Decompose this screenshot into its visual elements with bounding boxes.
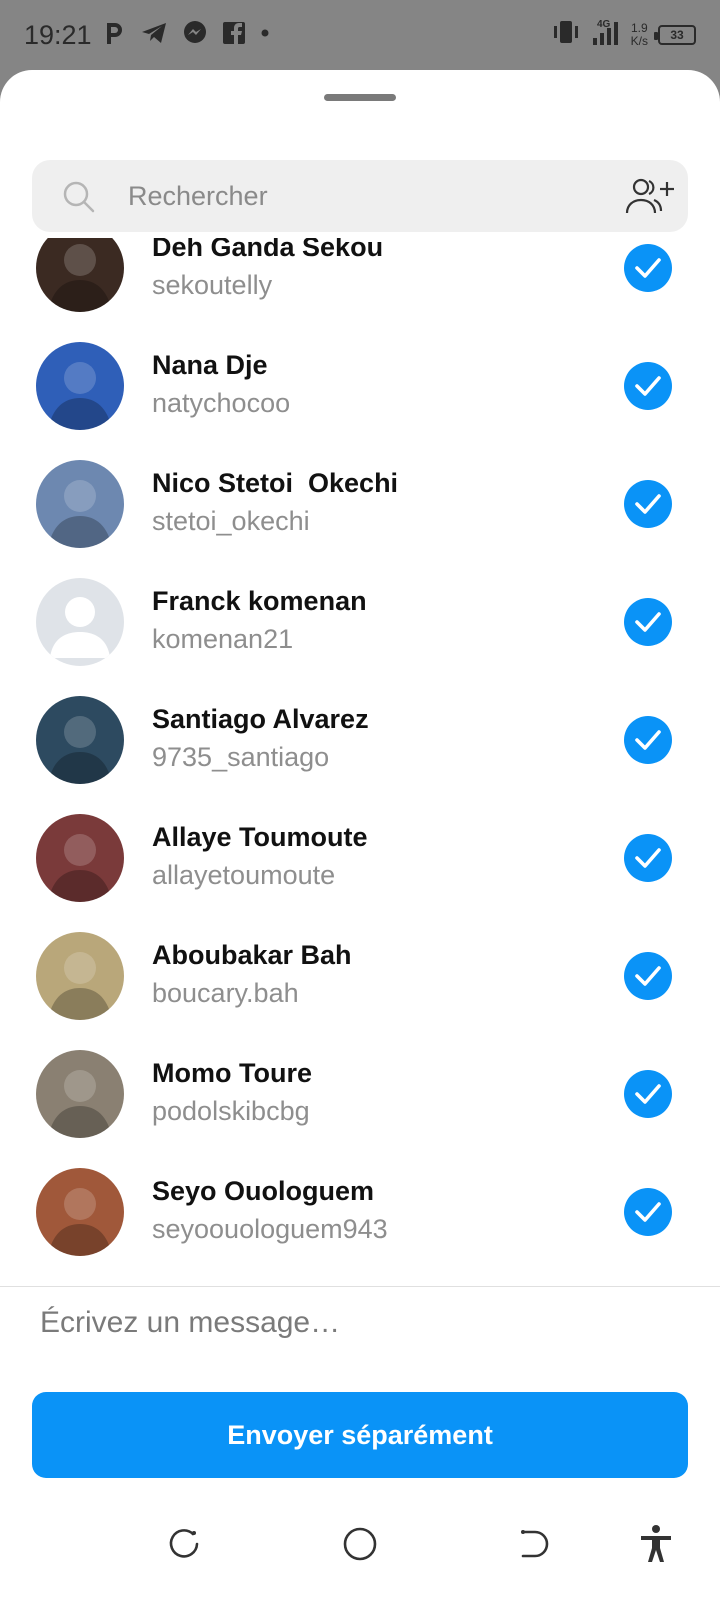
selected-check-icon[interactable] — [624, 834, 672, 882]
contact-row[interactable]: Franck komenan komenan21 — [0, 564, 720, 682]
telegram-icon — [140, 21, 168, 45]
contact-row[interactable]: Seyo Ouologuem seyoouologuem943 — [0, 1154, 720, 1262]
search-icon — [62, 180, 96, 219]
selected-check-icon[interactable] — [624, 598, 672, 646]
contact-username: natychocoo — [152, 388, 291, 418]
contact-name: Allaye Toumoute — [152, 822, 368, 852]
contact-name: Nana Dje — [152, 350, 268, 380]
system-icons: 4G 1.9 K/s 33 — [551, 18, 696, 51]
network-speed: 1.9 K/s — [630, 20, 648, 48]
contact-username: 9735_santiago — [152, 742, 330, 772]
messenger-icon — [182, 20, 208, 46]
contact-name: Nico Stetoi Okechi — [152, 468, 399, 498]
status-bar: 19:21 4G 1.9 K/s 33 — [0, 0, 720, 72]
contact-username: komenan21 — [152, 624, 294, 654]
share-sheet: Deh Ganda Sekou sekoutelly Nana Dje natycho… — [0, 70, 720, 1600]
avatar — [36, 238, 124, 312]
contact-row[interactable]: Aboubakar Bah boucary.bah — [0, 918, 720, 1036]
selected-check-icon[interactable] — [624, 244, 672, 292]
contact-name: Momo Toure — [152, 1058, 312, 1088]
selected-check-icon[interactable] — [624, 1188, 672, 1236]
signal-icon: 4G — [591, 18, 621, 51]
avatar — [36, 578, 124, 666]
navigation-bar — [0, 1500, 720, 1600]
contact-username: allayetoumoute — [152, 860, 336, 890]
contact-name: Deh Ganda Sekou — [152, 238, 384, 262]
contact-username: seyoouologuem943 — [152, 1214, 388, 1244]
avatar — [36, 1050, 124, 1138]
contact-name: Franck komenan — [152, 586, 367, 616]
contact-row[interactable]: Nico Stetoi Okechi stetoi_okechi — [0, 446, 720, 564]
contact-list: Deh Ganda Sekou sekoutelly Nana Dje natycho… — [0, 238, 720, 1262]
contact-username: podolskibcbg — [152, 1096, 310, 1126]
contact-name: Santiago Alvarez — [152, 704, 369, 734]
contact-row[interactable]: Deh Ganda Sekou sekoutelly — [0, 238, 720, 328]
avatar — [36, 696, 124, 784]
drag-handle[interactable] — [324, 94, 396, 101]
avatar — [36, 342, 124, 430]
search-bar — [32, 160, 688, 232]
vibrate-icon — [551, 20, 581, 49]
facebook-icon — [222, 21, 246, 45]
network-speed-unit: K/s — [630, 33, 648, 48]
search-input[interactable] — [128, 160, 608, 232]
contact-row[interactable]: Allaye Toumoute allayetoumoute — [0, 800, 720, 918]
network-speed-value: 1.9 — [630, 20, 648, 35]
contact-row[interactable]: Santiago Alvarez 9735_santiago — [0, 682, 720, 800]
contact-username: sekoutelly — [152, 270, 273, 300]
contact-row[interactable]: Momo Toure podolskibcbg — [0, 1036, 720, 1154]
selected-check-icon[interactable] — [624, 716, 672, 764]
selected-check-icon[interactable] — [624, 952, 672, 1000]
divider — [0, 1286, 720, 1287]
selected-check-icon[interactable] — [624, 480, 672, 528]
selected-check-icon[interactable] — [624, 1070, 672, 1118]
contact-name: Seyo Ouologuem — [152, 1176, 375, 1206]
notification-icons — [104, 20, 270, 46]
accessibility-icon[interactable] — [632, 1520, 680, 1568]
contact-row[interactable]: Nana Dje natychocoo — [0, 328, 720, 446]
message-input[interactable] — [40, 1292, 680, 1354]
status-time: 19:21 — [24, 20, 92, 50]
battery-icon: 33 — [654, 24, 696, 45]
avatar — [36, 460, 124, 548]
avatar — [36, 932, 124, 1020]
send-separately-button[interactable]: Envoyer séparément — [32, 1392, 688, 1478]
dot-icon — [260, 28, 270, 38]
home-icon[interactable] — [336, 1520, 384, 1568]
contact-username: boucary.bah — [152, 978, 299, 1008]
add-people-icon[interactable] — [624, 176, 674, 221]
avatar — [36, 1168, 124, 1256]
recent-apps-icon[interactable] — [160, 1520, 208, 1568]
avatar — [36, 814, 124, 902]
parking-icon — [104, 20, 126, 46]
contact-name: Aboubakar Bah — [152, 940, 352, 970]
contact-username: stetoi_okechi — [152, 506, 310, 536]
back-icon[interactable] — [510, 1520, 558, 1568]
selected-check-icon[interactable] — [624, 362, 672, 410]
